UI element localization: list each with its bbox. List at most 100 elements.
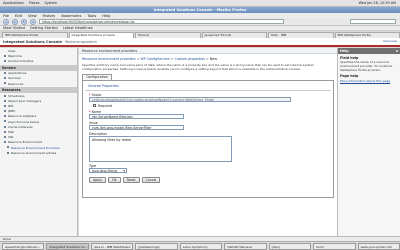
field-help-text: Specifies the name of a resource environ… (340, 60, 393, 72)
gnome-menu-system[interactable]: System (45, 1, 58, 5)
sidebar-view-text: View: (8, 48, 16, 53)
value-input[interactable]: com.ibm.wps.model.filter.ServerFilter (89, 124, 185, 130)
expand-icon (4, 71, 6, 74)
top-panel-right: Wed Jan 28, 10:29 AM (359, 1, 400, 5)
app-name: Integrated Solutions Console (3, 39, 62, 44)
breadcrumb-link[interactable]: WP ConfigService (141, 57, 170, 61)
main-content: Resource environment providers Resource … (79, 48, 337, 236)
overview-link[interactable]: Overview (383, 39, 397, 43)
bookmark-item[interactable]: Getting Started (30, 26, 58, 30)
search-input[interactable] (350, 19, 396, 24)
app-header: Integrated Solutions Console Welcome wps… (0, 38, 400, 47)
taskbar-item[interactable]: wpsadmin@localhost:~ (2, 242, 45, 250)
type-select[interactable]: java.lang.String (89, 167, 127, 173)
sidebar-item-guided[interactable]: Guided Activities (0, 58, 77, 63)
help-panel: Help x Field help Specifies the name of … (337, 48, 400, 236)
apply-button[interactable]: Apply (89, 176, 106, 183)
navigation-toolbar: ◂ ▸ ↻ ⌂ https://localhost:9043/ibm/conso… (0, 18, 400, 26)
sidebar-item-label: Asynchronous beans (8, 119, 40, 124)
ok-button[interactable]: OK (108, 176, 121, 183)
taskbar-item[interactable]: [JobOpenings] (135, 242, 178, 250)
required-checkbox-row: Required (93, 104, 327, 108)
menu-view[interactable]: View (28, 14, 37, 18)
sidebar-item-label: JMS (8, 104, 14, 109)
config-panel: General Properties * Scope cells:localho… (82, 80, 334, 198)
reset-button[interactable]: Reset (122, 176, 140, 183)
tab-configuration[interactable]: Configuration (82, 74, 112, 80)
sidebar-item-label: Resource Environment Providers (11, 145, 60, 150)
menu-edit[interactable]: Edit (15, 14, 22, 18)
menu-file[interactable]: File (3, 14, 9, 18)
breadcrumb-link[interactable]: Custom properties (174, 57, 205, 61)
sidebar-item-label: Resources (8, 81, 24, 86)
sidebar-item-label: URL (8, 135, 14, 140)
taskbar-item[interactable]: www.your-portal.com (357, 242, 400, 250)
bookmark-item[interactable]: Latest Headlines (63, 26, 93, 30)
bookmark-item[interactable]: Most Visited (3, 26, 25, 30)
button-row: Apply OK Reset Cancel (89, 176, 327, 183)
gnome-menu-applications[interactable]: Applications (3, 1, 24, 5)
home-icon[interactable]: ⌂ (30, 18, 36, 25)
sidebar-item-label: Services (8, 76, 21, 81)
expand-icon (4, 104, 6, 107)
page-help-link[interactable]: More information about this page (340, 79, 398, 83)
taskbar-item[interactable]: [Ops] (268, 242, 312, 250)
bullet-icon (4, 59, 6, 62)
close-icon[interactable]: x (396, 49, 398, 53)
bullet-icon (4, 99, 6, 102)
scope-field: * Scope cells:localhostNode01Cell:nodes:… (89, 93, 327, 102)
menu-tools[interactable]: Tools (87, 14, 96, 18)
sidebar-item-label: Applications (8, 71, 27, 76)
cancel-button[interactable]: Cancel (141, 176, 161, 183)
expand-icon (4, 136, 6, 139)
taskbar-item[interactable]: Sunil (313, 242, 356, 250)
required-label: Required (98, 103, 113, 108)
breadcrumb-link[interactable]: Resource environment providers (82, 57, 136, 61)
url-bar[interactable]: https://localhost:9043/ibm/console/secur… (39, 19, 284, 24)
description-textarea[interactable]: Allowing filter by realm (89, 135, 232, 162)
page-title: Resource environment providers (79, 48, 337, 54)
expand-icon (4, 115, 6, 118)
taskbar: wpsadmin@localhost:~ Integrated Solution… (0, 241, 400, 250)
sidebar-item-label: Cache instances (8, 124, 33, 129)
sidebar-item-label: Mail (8, 130, 15, 135)
clock-text[interactable]: Wed Jan 28, 10:29 AM (359, 1, 396, 5)
tab-strip: IBM WebSphere Portal Integrated Solution… (0, 31, 400, 38)
sidebar-item-resources-top[interactable]: Resources (0, 81, 77, 86)
sidebar-item-re-entries[interactable]: Resource environment entries (0, 150, 77, 155)
welcome-user: Welcome wpsadmin (64, 39, 97, 44)
gnome-menu-places[interactable]: Places (29, 1, 40, 5)
taskbar-item[interactable]: Lotus Symphony (179, 242, 223, 250)
name-input[interactable]: rdn.ServerName.filter.key (89, 113, 185, 119)
help-title: Help (340, 49, 349, 53)
name-label-text: Name (91, 109, 102, 114)
required-checkbox[interactable] (93, 104, 96, 107)
menu-history[interactable]: History (43, 14, 56, 18)
bullet-icon (7, 151, 9, 154)
sidebar-item-label: Guided Activities (8, 58, 34, 63)
taskbar-item-active[interactable]: Integrated Solutions Co... (46, 242, 89, 250)
sidebar-item-label: Resource Environment (8, 140, 42, 145)
sidebar-item-label: Resource environment entries (11, 150, 57, 155)
scope-input: cells:localhostNode01Cell:nodes:localhos… (89, 97, 292, 102)
taskbar-item[interactable]: HelloPortlet.java (224, 242, 267, 250)
expand-icon (4, 110, 6, 113)
sidebar-item-label: Welcome (8, 53, 22, 58)
expand-icon (4, 125, 6, 128)
back-icon[interactable]: ◂ (3, 18, 9, 25)
expand-icon (4, 82, 6, 85)
taskbar-item[interactable]: java.io - IBM WebSphere (90, 242, 134, 250)
type-field: Type java.lang.String (89, 164, 327, 173)
sidebar-item-label: Object pool managers (8, 98, 42, 103)
sidebar-item-label: Resource Adapters (8, 114, 37, 119)
forward-icon[interactable]: ▸ (12, 18, 18, 25)
bullet-icon (7, 146, 9, 149)
breadcrumb-current: New (209, 57, 218, 61)
sidebar: View: Welcome Guided Activities Servers … (0, 48, 78, 236)
menu-help[interactable]: Help (102, 14, 110, 18)
bullet-icon (4, 54, 6, 57)
reload-icon[interactable]: ↻ (21, 18, 27, 25)
page-description: Specifies arbitrary name and value pairs… (82, 63, 314, 71)
menu-bookmarks[interactable]: Bookmarks (61, 14, 81, 18)
page-help-title: Page help (340, 74, 359, 79)
